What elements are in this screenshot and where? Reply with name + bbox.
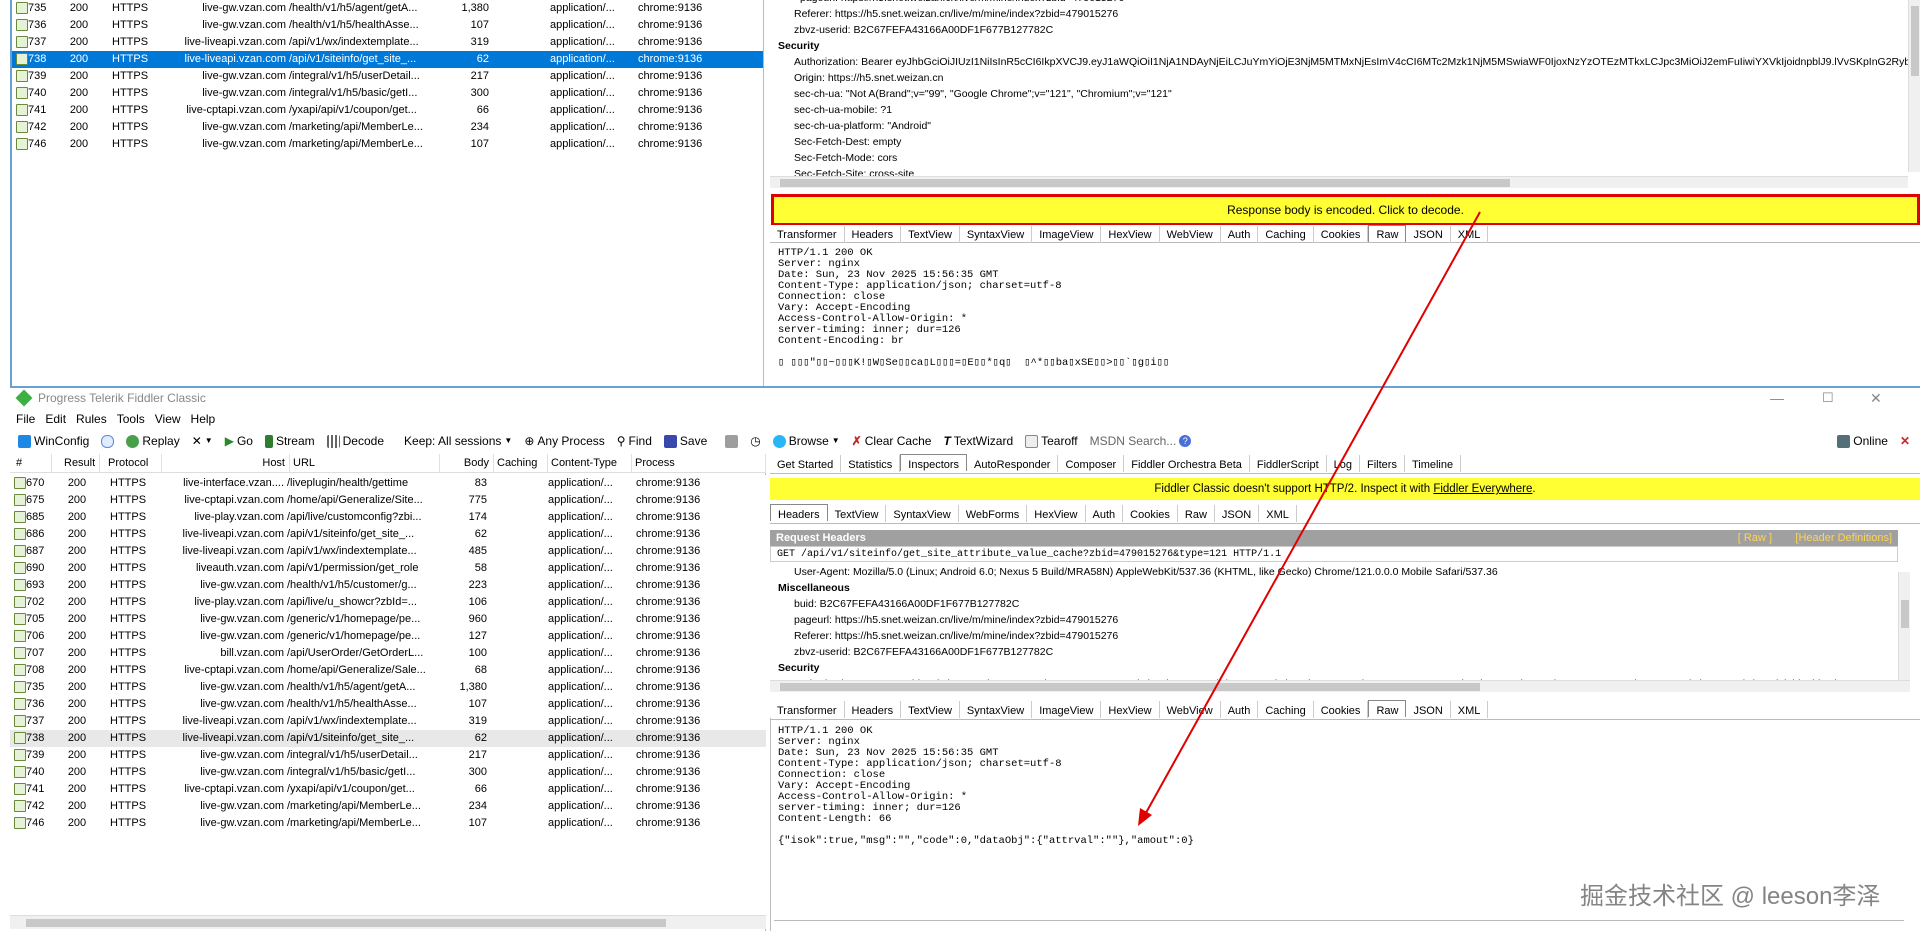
arrow-line — [1141, 211, 1481, 821]
arrow-head — [1138, 808, 1152, 826]
annotation-arrow — [1138, 211, 1481, 826]
